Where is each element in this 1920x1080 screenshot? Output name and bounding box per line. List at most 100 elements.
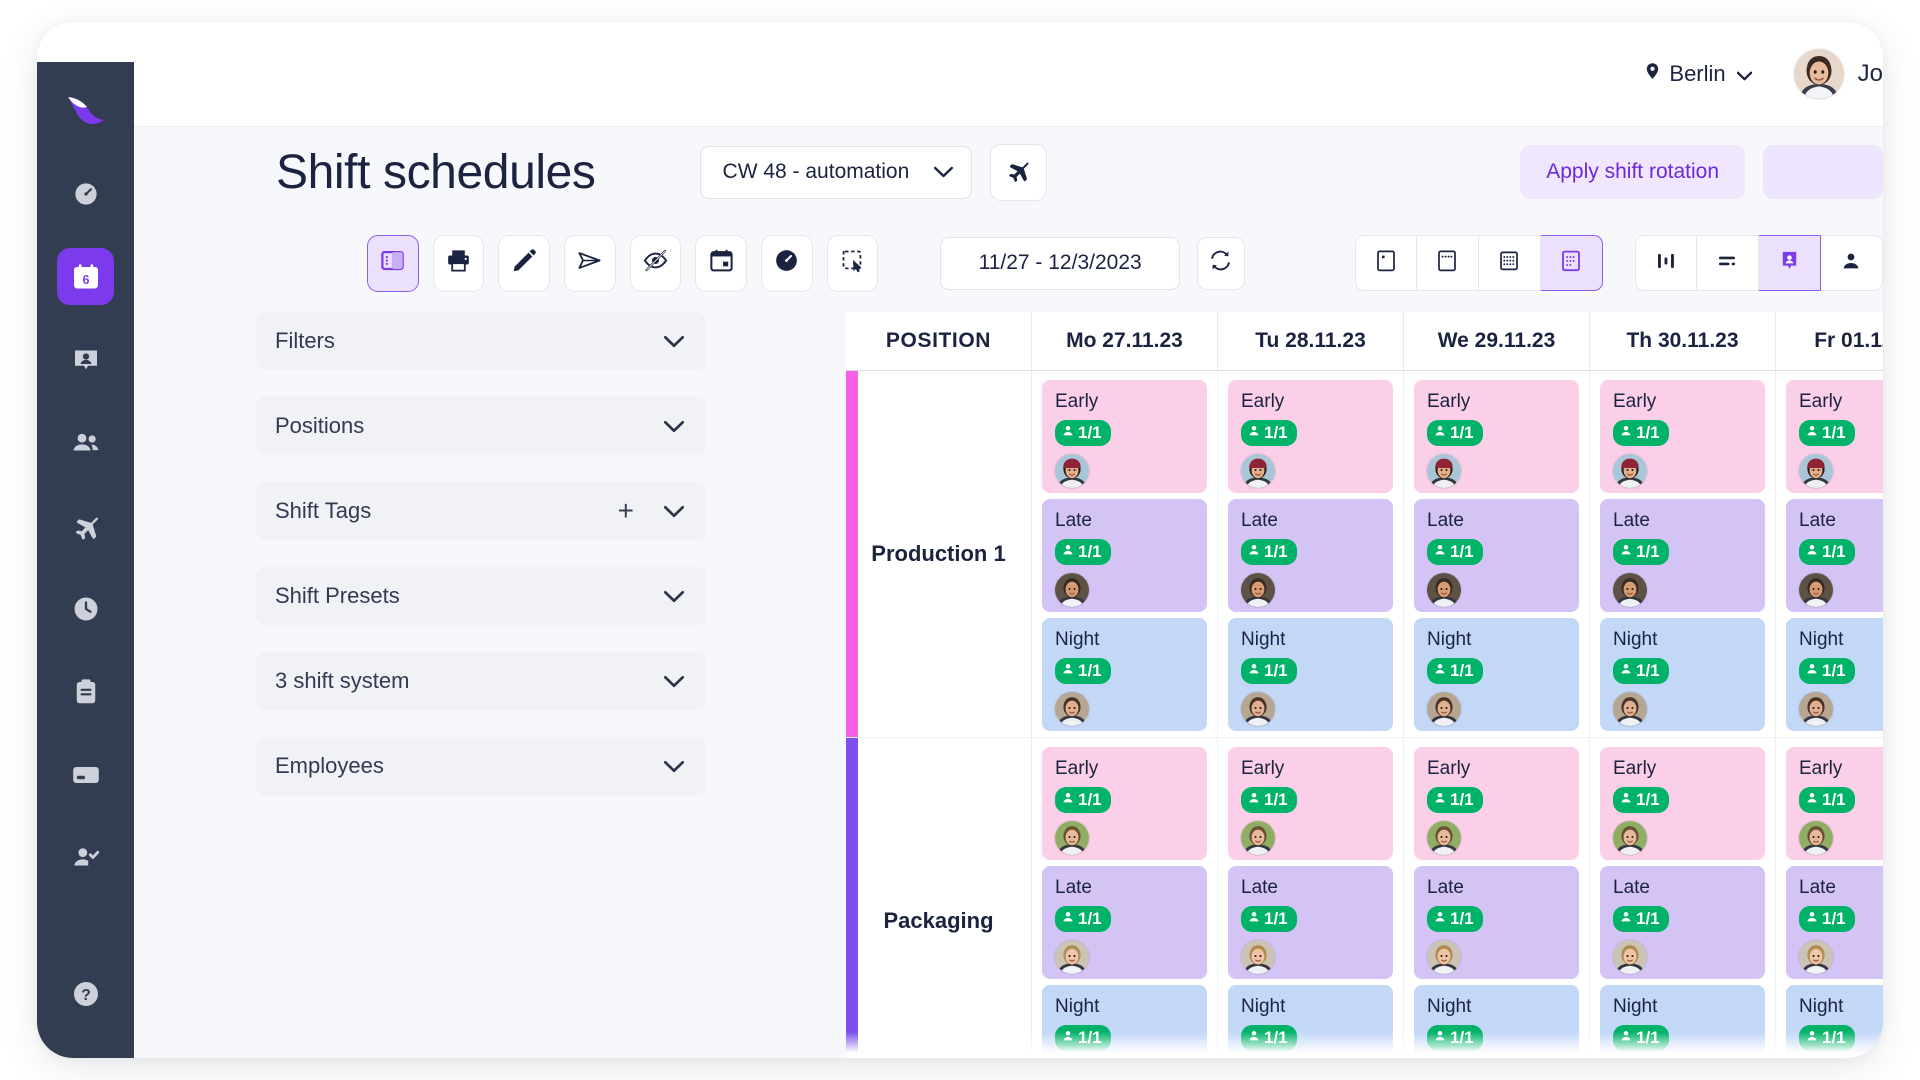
employee-avatar[interactable] bbox=[1241, 573, 1275, 607]
day-cell[interactable]: Early 1/1 Late 1/1 Night 1/1 bbox=[1590, 738, 1776, 1058]
group-by-employee[interactable] bbox=[1820, 235, 1883, 291]
filter-row-employees[interactable]: Employees bbox=[256, 737, 706, 795]
shift-card[interactable]: Early 1/1 bbox=[1786, 380, 1883, 493]
shift-card[interactable]: Night 1/1 bbox=[1042, 618, 1207, 731]
absence-filter-button[interactable] bbox=[989, 143, 1047, 201]
shift-card[interactable]: Early 1/1 bbox=[1414, 747, 1579, 860]
logo-bird-icon[interactable] bbox=[63, 92, 109, 137]
shift-card[interactable]: Late 1/1 bbox=[1228, 499, 1393, 612]
sidebar-item-reports[interactable] bbox=[57, 663, 114, 720]
shift-card[interactable]: Night 1/1 bbox=[1600, 618, 1765, 731]
view-detail[interactable] bbox=[1540, 235, 1603, 291]
filter-row-shift-presets[interactable]: Shift Presets bbox=[256, 567, 706, 625]
apply-shift-rotation-button[interactable]: Apply shift rotation bbox=[1520, 145, 1745, 199]
employee-avatar[interactable] bbox=[1055, 940, 1089, 974]
location-selector[interactable]: Berlin bbox=[1643, 59, 1752, 89]
view-day[interactable] bbox=[1354, 235, 1417, 291]
view-grid[interactable] bbox=[1478, 235, 1541, 291]
sidebar-item-teams[interactable] bbox=[57, 414, 114, 471]
calendar-button[interactable] bbox=[695, 234, 748, 292]
employee-avatar[interactable] bbox=[1613, 692, 1647, 726]
shift-card[interactable]: Late 1/1 bbox=[1600, 866, 1765, 979]
view-list[interactable] bbox=[1416, 235, 1479, 291]
shift-card[interactable]: Late 1/1 bbox=[1042, 866, 1207, 979]
shift-card[interactable]: Early 1/1 bbox=[1414, 380, 1579, 493]
employee-avatar[interactable] bbox=[1055, 454, 1089, 488]
speedometer-button[interactable] bbox=[761, 234, 813, 292]
employee-avatar[interactable] bbox=[1241, 821, 1275, 855]
employee-avatar[interactable] bbox=[1613, 454, 1647, 488]
shift-card[interactable]: Night 1/1 bbox=[1414, 985, 1579, 1058]
user-menu[interactable]: Jo bbox=[1793, 49, 1883, 99]
group-by-rows[interactable] bbox=[1696, 235, 1759, 291]
filter-row-shift-tags[interactable]: Shift Tags + bbox=[256, 482, 706, 540]
date-range-picker[interactable]: 11/27 - 12/3/2023 bbox=[940, 236, 1180, 290]
refresh-button[interactable] bbox=[1196, 236, 1245, 290]
employee-avatar[interactable] bbox=[1241, 454, 1275, 488]
group-by-position[interactable] bbox=[1758, 235, 1821, 291]
day-cell[interactable]: Early 1/1 Late 1/1 Night 1/1 bbox=[1776, 738, 1883, 1058]
split-view-toggle[interactable] bbox=[367, 234, 419, 292]
shift-card[interactable]: Night 1/1 bbox=[1600, 985, 1765, 1058]
employee-avatar[interactable] bbox=[1613, 573, 1647, 607]
employee-avatar[interactable] bbox=[1427, 940, 1461, 974]
employee-avatar[interactable] bbox=[1241, 940, 1275, 974]
shift-card[interactable]: Night 1/1 bbox=[1228, 985, 1393, 1058]
employee-avatar[interactable] bbox=[1799, 454, 1833, 488]
employee-avatar[interactable] bbox=[1241, 692, 1275, 726]
shift-card[interactable]: Night 1/1 bbox=[1228, 618, 1393, 731]
sidebar-item-approvals[interactable] bbox=[57, 829, 114, 886]
sidebar-item-shift-schedules[interactable]: 6 bbox=[57, 248, 114, 305]
employee-avatar[interactable] bbox=[1613, 940, 1647, 974]
employee-avatar[interactable] bbox=[1799, 821, 1833, 855]
shift-card[interactable]: Early 1/1 bbox=[1600, 380, 1765, 493]
employee-avatar[interactable] bbox=[1799, 940, 1833, 974]
select-area-button[interactable] bbox=[826, 234, 879, 292]
group-by-columns[interactable] bbox=[1634, 235, 1697, 291]
plus-icon[interactable]: + bbox=[618, 497, 634, 525]
hide-button[interactable] bbox=[629, 234, 682, 292]
shift-card[interactable]: Late 1/1 bbox=[1414, 866, 1579, 979]
sidebar-item-payroll[interactable] bbox=[57, 746, 114, 803]
employee-avatar[interactable] bbox=[1055, 573, 1089, 607]
day-cell[interactable]: Early 1/1 Late 1/1 Night 1/1 bbox=[1218, 738, 1404, 1058]
shift-card[interactable]: Night 1/1 bbox=[1042, 985, 1207, 1058]
day-cell[interactable]: Early 1/1 Late 1/1 Night 1/1 bbox=[1404, 371, 1590, 737]
day-cell[interactable]: Early 1/1 Late 1/1 Night 1/1 bbox=[1032, 371, 1218, 737]
print-button[interactable] bbox=[432, 234, 485, 292]
shift-card[interactable]: Night 1/1 bbox=[1786, 618, 1883, 731]
shift-card[interactable]: Early 1/1 bbox=[1228, 747, 1393, 860]
employee-avatar[interactable] bbox=[1427, 692, 1461, 726]
shift-card[interactable]: Night 1/1 bbox=[1414, 618, 1579, 731]
employee-avatar[interactable] bbox=[1055, 821, 1089, 855]
sidebar-item-absences[interactable] bbox=[57, 497, 114, 554]
filter-row-3-shift-system[interactable]: 3 shift system bbox=[256, 652, 706, 710]
sidebar-item-time-tracking[interactable] bbox=[57, 580, 114, 637]
employee-avatar[interactable] bbox=[1427, 454, 1461, 488]
employee-avatar[interactable] bbox=[1613, 821, 1647, 855]
cw-select[interactable]: CW 48 - automation bbox=[699, 145, 972, 199]
send-button[interactable] bbox=[564, 234, 616, 292]
shift-card[interactable]: Late 1/1 bbox=[1414, 499, 1579, 612]
employee-avatar[interactable] bbox=[1799, 573, 1833, 607]
employee-avatar[interactable] bbox=[1427, 573, 1461, 607]
shift-card[interactable]: Early 1/1 bbox=[1228, 380, 1393, 493]
filter-row-filters[interactable]: Filters bbox=[256, 312, 706, 370]
shift-card[interactable]: Late 1/1 bbox=[1786, 866, 1883, 979]
shift-card[interactable]: Late 1/1 bbox=[1228, 866, 1393, 979]
shift-card[interactable]: Early 1/1 bbox=[1600, 747, 1765, 860]
day-cell[interactable]: Early 1/1 Late 1/1 Night 1/1 bbox=[1032, 738, 1218, 1058]
day-cell[interactable]: Early 1/1 Late 1/1 Night 1/1 bbox=[1590, 371, 1776, 737]
sidebar-item-dashboard[interactable] bbox=[57, 165, 114, 222]
employee-avatar[interactable] bbox=[1799, 692, 1833, 726]
day-cell[interactable]: Early 1/1 Late 1/1 Night 1/1 bbox=[1218, 371, 1404, 737]
shift-card[interactable]: Early 1/1 bbox=[1786, 747, 1883, 860]
shift-card[interactable]: Early 1/1 bbox=[1042, 380, 1207, 493]
shift-card[interactable]: Late 1/1 bbox=[1600, 499, 1765, 612]
sidebar-item-profile-card[interactable] bbox=[57, 331, 114, 388]
day-cell[interactable]: Early 1/1 Late 1/1 Night 1/1 bbox=[1404, 738, 1590, 1058]
secondary-action-button[interactable] bbox=[1763, 145, 1883, 199]
shift-card[interactable]: Late 1/1 bbox=[1786, 499, 1883, 612]
shift-card[interactable]: Late 1/1 bbox=[1042, 499, 1207, 612]
edit-button[interactable] bbox=[498, 234, 551, 292]
